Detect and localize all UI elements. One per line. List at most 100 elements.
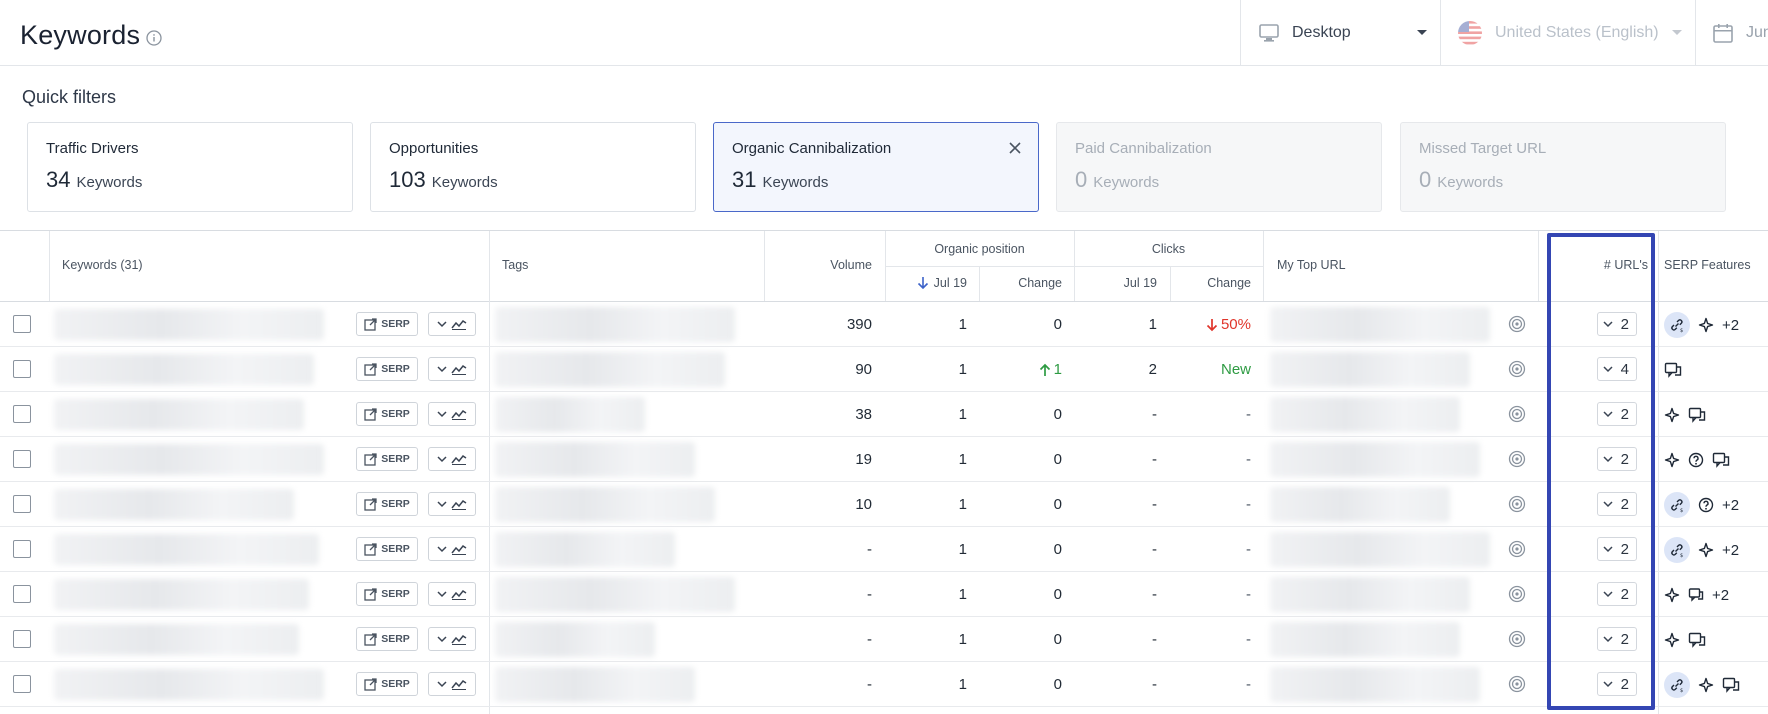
urls-count-dropdown[interactable]: 2: [1597, 312, 1637, 336]
reviews-icon: [1664, 362, 1682, 378]
row-checkbox[interactable]: [13, 450, 31, 468]
row-checkbox[interactable]: [13, 405, 31, 423]
info-icon[interactable]: [146, 30, 162, 46]
device-select[interactable]: Desktop: [1258, 0, 1428, 66]
urls-count-dropdown[interactable]: 2: [1597, 672, 1637, 696]
target-icon[interactable]: [1508, 450, 1526, 468]
row-checkbox[interactable]: [13, 315, 31, 333]
trend-button[interactable]: [428, 492, 476, 516]
urls-count-dropdown[interactable]: 2: [1597, 492, 1637, 516]
urls-count-dropdown[interactable]: 4: [1597, 357, 1637, 381]
quick-filter-opportunities[interactable]: Opportunities 103 Keywords: [370, 122, 696, 212]
chevron-down-icon: [1603, 365, 1613, 372]
people-also-ask-icon: [1688, 452, 1704, 468]
position-change: 0: [979, 572, 1062, 617]
table-row[interactable]: SERP 390 1 0 1 50% 2 $ +2: [0, 302, 1768, 347]
column-header-volume[interactable]: Volume: [764, 258, 872, 272]
clicks-change-value: -: [1246, 406, 1251, 423]
column-header-keywords[interactable]: Keywords (31): [62, 258, 143, 272]
trend-button[interactable]: [428, 627, 476, 651]
table-row[interactable]: SERP - 1 0 - - 2 $: [0, 662, 1768, 707]
serp-button[interactable]: SERP: [356, 582, 418, 606]
serp-button[interactable]: SERP: [356, 402, 418, 426]
table-row[interactable]: SERP 90 1 1 2 New 4: [0, 347, 1768, 392]
quick-filter-name: Organic Cannibalization: [732, 140, 892, 157]
svg-text:$: $: [1680, 508, 1683, 513]
clicks-change: -: [1170, 392, 1251, 437]
position-value: 1: [958, 676, 967, 693]
column-header-tags[interactable]: Tags: [502, 258, 528, 272]
column-header-clicks-change[interactable]: Change: [1170, 276, 1251, 290]
column-header-serp-features[interactable]: SERP Features: [1664, 258, 1751, 272]
more-features-count[interactable]: +2: [1722, 497, 1739, 514]
target-icon[interactable]: [1508, 495, 1526, 513]
quick-filter-name: Paid Cannibalization: [1075, 140, 1212, 157]
column-header-clicks-date[interactable]: Jul 19: [1074, 276, 1157, 290]
urls-count-dropdown[interactable]: 2: [1597, 447, 1637, 471]
more-features-count[interactable]: +2: [1722, 317, 1739, 334]
desktop-icon: [1259, 24, 1279, 42]
urls-count-dropdown[interactable]: 2: [1597, 402, 1637, 426]
clicks-value: 2: [1148, 361, 1157, 378]
chevron-down-icon: [437, 410, 447, 417]
target-icon[interactable]: [1508, 585, 1526, 603]
trend-button[interactable]: [428, 447, 476, 471]
row-checkbox[interactable]: [13, 540, 31, 558]
trend-button[interactable]: [428, 582, 476, 606]
serp-button[interactable]: SERP: [356, 492, 418, 516]
target-icon[interactable]: [1508, 405, 1526, 423]
trend-button[interactable]: [428, 672, 476, 696]
urls-count-dropdown[interactable]: 2: [1597, 627, 1637, 651]
position-change: 0: [979, 662, 1062, 707]
table-row[interactable]: SERP - 1 0 - - 2 +2: [0, 572, 1768, 617]
target-icon[interactable]: [1508, 315, 1526, 333]
urls-count: 2: [1620, 405, 1629, 423]
serp-button[interactable]: SERP: [356, 537, 418, 561]
row-checkbox[interactable]: [13, 585, 31, 603]
trend-chart-icon: [451, 499, 467, 510]
urls-count: 2: [1620, 495, 1629, 513]
trend-button[interactable]: [428, 357, 476, 381]
position-value: 1: [958, 586, 967, 603]
sitelinks-icon: $: [1664, 312, 1690, 338]
table-row[interactable]: SERP 10 1 0- -2 $ +2: [0, 482, 1768, 527]
quick-filter-name: Traffic Drivers: [46, 140, 139, 157]
table-row[interactable]: SERP 19 1 0 - - 2: [0, 437, 1768, 482]
trend-button[interactable]: [428, 537, 476, 561]
more-features-count[interactable]: +2: [1722, 542, 1739, 559]
column-header-position-date[interactable]: Jul 19: [885, 276, 967, 290]
row-checkbox[interactable]: [13, 675, 31, 693]
row-checkbox[interactable]: [13, 495, 31, 513]
trend-chart-icon: [451, 634, 467, 645]
keywords-table: Keywords (31) Tags Volume Organic positi…: [0, 230, 1768, 714]
quick-filter-organic-cannibalization[interactable]: Organic Cannibalization 31 Keywords: [713, 122, 1039, 212]
serp-button[interactable]: SERP: [356, 627, 418, 651]
more-features-count[interactable]: +2: [1712, 587, 1729, 604]
trend-chart-icon: [451, 454, 467, 465]
locale-select[interactable]: United States (English): [1457, 0, 1683, 66]
trend-button[interactable]: [428, 312, 476, 336]
quick-filter-traffic-drivers[interactable]: Traffic Drivers 34 Keywords: [27, 122, 353, 212]
table-row[interactable]: SERP - 1 0 - - 2 $ +2: [0, 527, 1768, 572]
close-icon[interactable]: [1008, 141, 1022, 155]
table-row[interactable]: SERP 38 1 0 - - 2: [0, 392, 1768, 437]
quick-filters-title: Quick filters: [22, 87, 117, 107]
serp-button[interactable]: SERP: [356, 447, 418, 471]
urls-count-dropdown[interactable]: 2: [1597, 537, 1637, 561]
serp-button[interactable]: SERP: [356, 672, 418, 696]
table-row[interactable]: SERP - 1 0 - - 2: [0, 617, 1768, 662]
trend-button[interactable]: [428, 402, 476, 426]
serp-button[interactable]: SERP: [356, 357, 418, 381]
column-header-top-url[interactable]: My Top URL: [1277, 258, 1346, 272]
target-icon[interactable]: [1508, 360, 1526, 378]
date-select[interactable]: Jun: [1712, 0, 1768, 66]
urls-count-dropdown[interactable]: 2: [1597, 582, 1637, 606]
row-checkbox[interactable]: [13, 360, 31, 378]
target-icon[interactable]: [1508, 630, 1526, 648]
column-header-urls[interactable]: # URL's: [1538, 258, 1648, 272]
target-icon[interactable]: [1508, 675, 1526, 693]
serp-button[interactable]: SERP: [356, 312, 418, 336]
target-icon[interactable]: [1508, 540, 1526, 558]
column-header-position-change[interactable]: Change: [979, 276, 1062, 290]
row-checkbox[interactable]: [13, 630, 31, 648]
